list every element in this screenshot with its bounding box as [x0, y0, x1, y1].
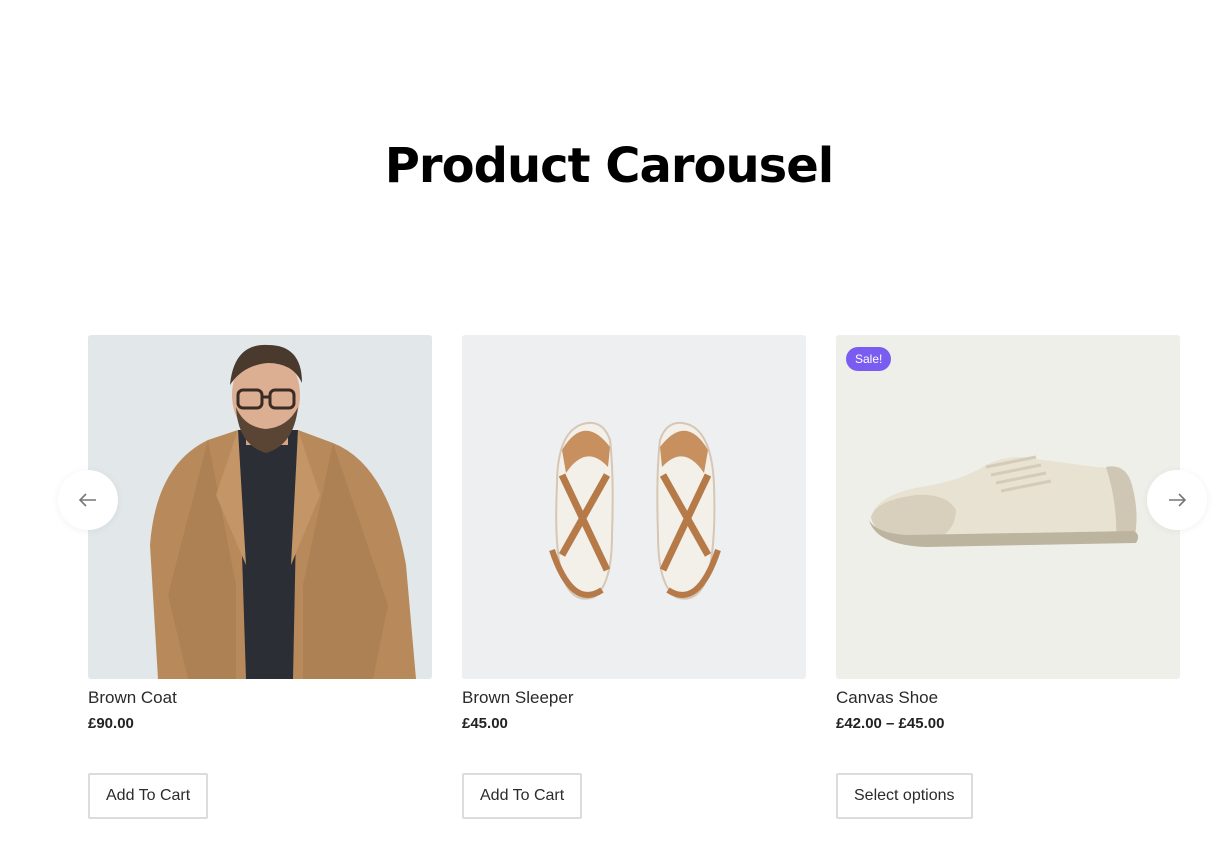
product-card-canvas-shoe: Sale! Canvas Shoe £42.00 – £45.00 Select…: [836, 335, 1180, 819]
sale-badge: Sale!: [846, 347, 892, 371]
product-card-brown-sleeper: Brown Sleeper £45.00 Add To Cart: [462, 335, 806, 819]
arrow-right-icon: [1169, 493, 1186, 507]
product-price: £45.00: [462, 715, 508, 733]
brown-sleeper-photo: [462, 335, 806, 679]
add-to-cart-button[interactable]: Add To Cart: [88, 773, 209, 819]
arrow-left-icon: [79, 493, 96, 507]
product-name[interactable]: Brown Coat: [88, 688, 432, 708]
brown-coat-photo: [88, 335, 432, 679]
product-price: £90.00: [88, 715, 134, 733]
canvas-shoe-photo: [836, 335, 1180, 679]
product-price: £42.00 – £45.00: [836, 715, 945, 733]
product-name[interactable]: Brown Sleeper: [462, 688, 806, 708]
select-options-button[interactable]: Select options: [836, 773, 973, 819]
carousel-prev-button[interactable]: [58, 470, 118, 530]
product-card-brown-coat: Brown Coat £90.00 Add To Cart: [88, 335, 432, 819]
add-to-cart-button[interactable]: Add To Cart: [462, 773, 583, 819]
product-image-brown-sleeper[interactable]: [462, 335, 806, 679]
product-name[interactable]: Canvas Shoe: [836, 688, 1180, 708]
product-image-brown-coat[interactable]: [88, 335, 432, 679]
section-heading: Product Carousel: [384, 138, 834, 194]
product-carousel-section: Product Carousel Brown Coat £90.00 Add T…: [0, 0, 1218, 855]
product-image-canvas-shoe[interactable]: Sale!: [836, 335, 1180, 679]
carousel-next-button[interactable]: [1147, 470, 1207, 530]
